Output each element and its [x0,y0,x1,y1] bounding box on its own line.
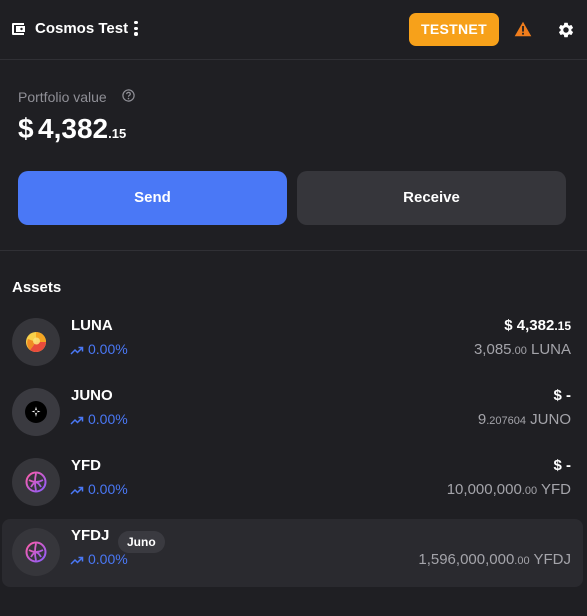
help-circle-icon[interactable] [122,89,135,102]
asset-price-change: 0.00% [70,481,128,497]
asset-balance-decimal: .00 [521,485,538,497]
asset-row-yfd[interactable]: YFD 0.00% $ - 10,000,000.00 YFD [2,449,583,517]
asset-price-change: 0.00% [70,341,128,357]
asset-fiat-value: $ - [553,457,571,475]
asset-symbol: YFDJ [71,527,110,544]
asset-row-luna[interactable]: LUNA 0.00% $ 4,382.15 3,085.00 LUNA [2,309,583,377]
asset-balance-decimal: .00 [511,345,527,357]
asset-balance: 9.207604 JUNO [478,411,571,430]
portfolio-panel: Portfolio value $ 4,382.15 Send Receive [0,60,587,251]
more-vertical-icon[interactable] [131,21,141,38]
asset-price-change: 0.00% [70,411,128,427]
asset-balance-integer: 3,085 [473,341,512,358]
asset-fiat-integer: $ 4,382 [504,317,555,334]
asset-balance-decimal: .207604 [486,415,526,427]
asset-row-juno[interactable]: JUNO 0.00% $ - 9.207604 JUNO [2,379,583,447]
asset-fiat-decimal: .15 [554,319,571,333]
yfdj-token-icon [12,528,60,576]
portfolio-value-decimal: .15 [108,126,127,141]
wallet-name[interactable]: Cosmos Test [35,20,128,38]
portfolio-currency: $ [18,113,34,144]
juno-token-icon [12,388,60,436]
asset-balance: 3,085.00 LUNA [474,341,571,360]
asset-balance-integer: 9 [477,411,487,428]
asset-change-value: 0.00% [88,481,128,497]
asset-change-value: 0.00% [88,551,128,567]
asset-fiat-integer: $ - [553,387,571,404]
asset-fiat-integer: $ - [553,457,571,474]
yfd-token-icon [12,458,60,506]
portfolio-value-integer: 4,382 [38,113,109,144]
portfolio-value: $ 4,382.15 [18,112,126,151]
asset-symbol: LUNA [71,317,113,334]
asset-balance: 10,000,000.00 YFD [447,481,571,500]
asset-balance-unit: JUNO [530,411,571,428]
portfolio-value-label: Portfolio value [18,89,107,105]
asset-row-yfdj[interactable]: YFDJ Juno 0.00% 1,596,000,000.00 YFDJ [2,519,583,587]
asset-price-change: 0.00% [70,551,128,567]
chain-chip: Juno [118,531,165,553]
asset-balance-unit: LUNA [530,341,571,358]
luna-token-icon [12,318,60,366]
asset-balance-unit: YFDJ [533,551,572,568]
asset-change-value: 0.00% [88,341,128,357]
receive-button[interactable]: Receive [297,171,566,225]
asset-balance-integer: 10,000,000 [446,481,522,498]
asset-balance: 1,596,000,000.00 YFDJ [418,551,571,570]
warning-icon[interactable] [514,21,532,37]
send-button[interactable]: Send [18,171,287,225]
trending-up-icon [70,486,84,495]
app-header: Cosmos Test TESTNET [0,0,587,60]
trending-up-icon [70,346,84,355]
gear-icon[interactable] [557,21,575,39]
wallet-icon [12,23,25,35]
trending-up-icon [70,556,84,565]
asset-balance-unit: YFD [541,481,571,498]
trending-up-icon [70,416,84,425]
asset-symbol: JUNO [71,387,113,404]
asset-fiat-value: $ 4,382.15 [504,317,571,335]
asset-balance-integer: 1,596,000,000 [418,551,515,568]
asset-balance-decimal: .00 [514,555,530,567]
asset-change-value: 0.00% [88,411,128,427]
asset-symbol: YFD [71,457,101,474]
assets-heading: Assets [12,279,62,296]
asset-fiat-value: $ - [553,387,571,405]
testnet-badge-button[interactable]: TESTNET [409,13,499,46]
